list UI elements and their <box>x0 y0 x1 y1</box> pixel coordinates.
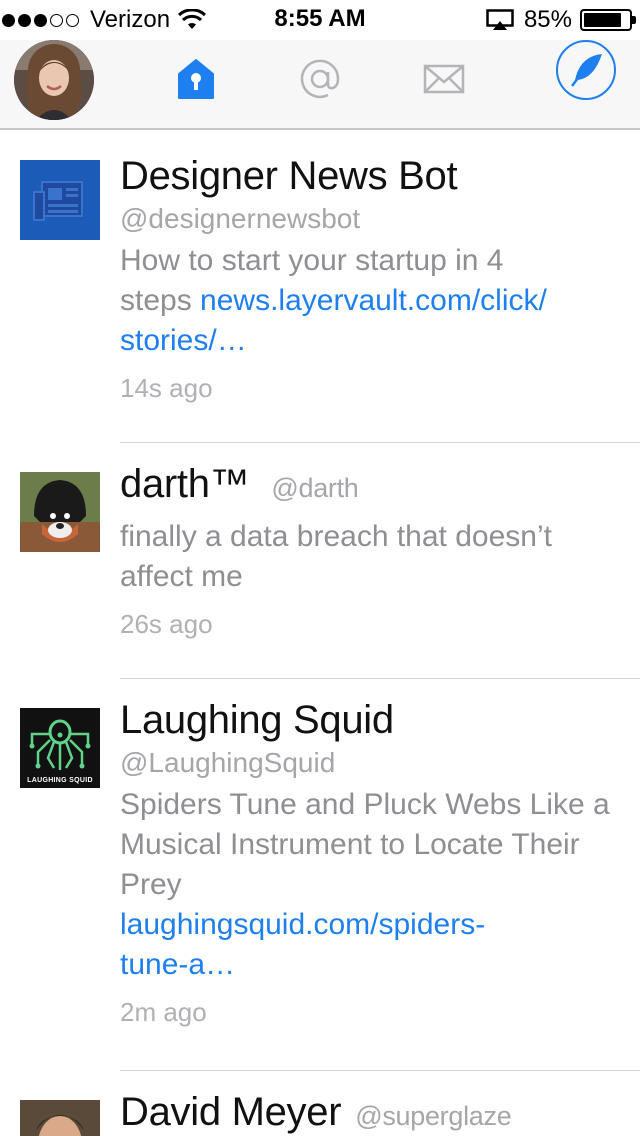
tweet-text-fragment: Spiders Tune and Pluck Webs Like a Music… <box>120 788 610 901</box>
tweet-timestamp: 2m ago <box>120 997 207 1027</box>
news-icon <box>20 160 100 240</box>
tweet-link[interactable]: news.layervault.com/click/ <box>200 284 547 317</box>
tweet-text-line: How to start your startup in 4 <box>120 244 504 277</box>
tweet-body: David Meyer @superglaze <box>120 1090 622 1135</box>
divider <box>120 1070 640 1071</box>
tweet-timestamp: 14s ago <box>120 373 213 403</box>
messages-tab[interactable] <box>423 58 465 105</box>
nav-bar <box>0 40 640 130</box>
tweet-author-handle: @LaughingSquid <box>120 747 336 778</box>
tweet-author-handle: @darth <box>271 473 359 503</box>
tweet-author-name: Laughing Squid <box>120 698 394 742</box>
profile-photo <box>14 40 94 120</box>
battery-icon <box>580 9 636 31</box>
tweet-author-name: darth™ <box>120 462 250 506</box>
home-icon <box>178 59 214 99</box>
tweet-body: Designer News Bot @designernewsbot How t… <box>120 154 622 404</box>
tweet-text: Spiders Tune and Pluck Webs Like a Music… <box>120 785 622 985</box>
tweet-text: finally a data breach that doesn’t affec… <box>120 520 552 593</box>
status-bar: Verizon 8:55 AM 85% <box>0 0 640 40</box>
tweet-body: darth™ @darth finally a data breach that … <box>120 462 622 640</box>
battery-percent: 85% <box>523 6 572 33</box>
david-meyer-avatar <box>20 1100 100 1136</box>
tweet-link[interactable]: stories/… <box>120 321 622 361</box>
tweet-timestamp: 26s ago <box>120 609 213 639</box>
tweet-avatar[interactable] <box>20 472 100 552</box>
at-mentions-icon <box>300 59 340 99</box>
laughing-squid-logo <box>20 708 100 788</box>
home-tab[interactable] <box>176 58 216 105</box>
tweet-body: Laughing Squid @LaughingSquid Spiders Tu… <box>120 698 622 1028</box>
status-right: 85% <box>486 6 636 34</box>
airplay-icon <box>486 9 514 30</box>
tweet-avatar[interactable] <box>20 160 100 240</box>
tweet-author-handle: @superglaze <box>355 1101 512 1131</box>
profile-avatar[interactable] <box>14 40 94 120</box>
tweet-author-name: David Meyer <box>120 1090 342 1134</box>
tweet-link[interactable]: tune-a… <box>120 945 622 985</box>
tweet-text-line: steps news.layervault.com/click/ <box>120 281 622 321</box>
timeline[interactable]: Designer News Bot @designernewsbot How t… <box>0 132 640 1136</box>
tweet-author-row: darth™ @darth <box>120 462 622 507</box>
tweet-author-name: Designer News Bot <box>120 154 458 198</box>
divider <box>120 442 640 443</box>
mentions-tab[interactable] <box>300 58 340 105</box>
tweet-text: How to start your startup in 4 steps new… <box>120 241 622 361</box>
envelope-messages-icon <box>423 64 465 94</box>
tweet-avatar[interactable] <box>20 1100 100 1136</box>
battery-fill <box>584 13 622 27</box>
tweet-avatar[interactable]: LAUGHING SQUID <box>20 708 100 788</box>
tweet-author-row: David Meyer @superglaze <box>120 1090 622 1135</box>
tweet-link[interactable]: laughingsquid.com/spiders- <box>120 905 622 945</box>
tweet-text-fragment: steps <box>120 284 201 317</box>
darth-fox-avatar <box>20 472 100 552</box>
quill-compose-icon <box>571 54 602 87</box>
compose-button[interactable] <box>556 40 616 100</box>
tweet-author-handle: @designernewsbot <box>120 203 361 234</box>
divider <box>120 678 640 679</box>
avatar-caption: LAUGHING SQUID <box>27 777 93 784</box>
